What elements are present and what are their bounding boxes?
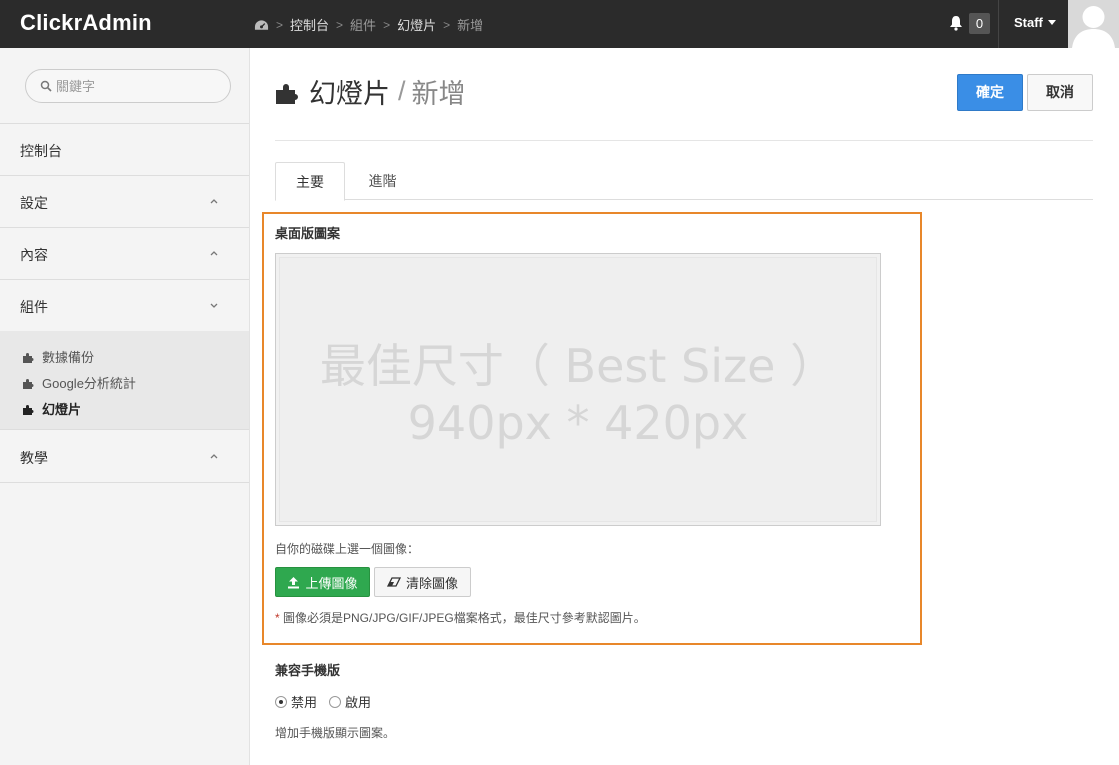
components-submenu: 數據備份 Google分析統計 幻燈片 [0,331,249,430]
submenu-item-backup[interactable]: 數據備份 [22,347,94,366]
search-input[interactable] [56,77,221,95]
mobile-radio-group: 禁用 啟用 [275,692,383,711]
top-bar: ClickrAdmin > 控制台 > 組件 > 幻燈片 > 新增 0 Staf… [0,0,1119,48]
breadcrumb-current: 新增 [457,18,484,33]
mobile-label: 兼容手機版 [275,663,341,678]
placeholder-size: 940px * 420px [407,396,749,450]
chevron-down-icon [210,303,218,308]
submenu-item-label: 幻燈片 [42,402,82,417]
confirm-button[interactable]: 確定 [957,74,1023,111]
tab-bar: 主要 進階 [275,162,1093,201]
cancel-button[interactable]: 取消 [1027,74,1093,111]
bell-icon[interactable] [949,15,963,31]
dashboard-icon[interactable] [254,19,269,31]
notification-count[interactable]: 0 [969,13,990,34]
divider [998,0,999,48]
chevron-up-icon [210,199,218,204]
puzzle-icon [276,83,298,104]
sidebar-item-content[interactable]: 內容 [0,228,249,280]
avatar[interactable] [1068,0,1119,48]
breadcrumb-item[interactable]: 控制台 [290,15,329,34]
chevron-right-icon: > [276,17,284,32]
upload-hint: 自你的磁碟上選一個圖像： [275,542,420,556]
sidebar-item-settings[interactable]: 設定 [0,176,249,228]
image-placeholder: 最佳尺寸（ Best Size ） 940px * 420px [279,257,877,522]
clear-image-button[interactable]: 清除圖像 [374,567,471,597]
sidebar-item-label: 教學 [20,450,48,466]
upload-label: 上傳圖像 [305,575,358,591]
upload-icon [288,576,300,588]
radio-disable[interactable] [275,695,287,708]
page-title-sub: 新增 [411,79,466,109]
search-box[interactable] [25,69,231,103]
sidebar-item-label: 設定 [20,195,48,211]
submenu-item-analytics[interactable]: Google分析統計 [22,373,136,392]
eraser-icon [386,577,401,587]
desktop-pattern-label: 桌面版圖案 [275,226,341,241]
puzzle-icon [23,404,34,415]
chevron-right-icon: > [383,17,391,32]
title-separator: / [398,76,406,106]
format-note-text: 圖像必須是PNG/JPG/GIF/JPEG檔案格式，最佳尺寸參考默認圖片。 [283,611,646,625]
upload-image-button[interactable]: 上傳圖像 [275,567,370,597]
chevron-right-icon: > [336,17,344,32]
radio-enable[interactable] [329,695,342,708]
radio-label[interactable]: 禁用 [291,692,317,711]
sidebar-item-label: 內容 [20,247,48,263]
placeholder-text: 最佳尺寸（ Best Size ） [319,339,837,393]
submenu-item-slideshow[interactable]: 幻燈片 [22,399,81,418]
chevron-up-icon [210,454,218,459]
puzzle-icon [23,378,34,389]
page-title: 幻燈片 / 新增 [275,72,466,111]
sidebar-item-dashboard[interactable]: 控制台 [0,124,249,176]
breadcrumb-item[interactable]: 組件 [350,15,376,34]
submenu-item-label: Google分析統計 [42,376,136,391]
mobile-hint: 增加手機版顯示圖案。 [275,726,396,740]
sidebar-item-label: 控制台 [20,143,62,159]
divider [275,140,1093,141]
breadcrumb-item[interactable]: 幻燈片 [397,15,436,34]
user-name: Staff [1014,15,1043,30]
sidebar-item-components[interactable]: 組件 [0,280,249,332]
puzzle-icon [23,352,34,363]
user-silhouette-icon [1068,0,1119,48]
chevron-right-icon: > [443,17,451,32]
sidebar-item-label: 組件 [20,299,48,315]
submenu-item-label: 數據備份 [42,350,95,365]
user-menu[interactable]: Staff [1014,15,1056,30]
clear-label: 清除圖像 [405,575,458,591]
format-note: * 圖像必須是PNG/JPG/GIF/JPEG檔案格式，最佳尺寸參考默認圖片。 [275,609,646,626]
sidebar-search [0,48,249,124]
tab-advanced[interactable]: 進階 [355,162,410,200]
brand-logo[interactable]: ClickrAdmin [20,10,152,36]
image-preview[interactable]: 最佳尺寸（ Best Size ） 940px * 420px [275,253,881,526]
chevron-up-icon [210,251,218,256]
page-title-main: 幻燈片 [309,79,390,109]
sidebar: 控制台 設定 內容 組件 數據備份 Google分析統計 幻燈片 教學 [0,48,250,765]
breadcrumb: > 控制台 > 組件 > 幻燈片 > 新增 [254,15,483,34]
tab-main[interactable]: 主要 [275,162,345,201]
radio-label[interactable]: 啟用 [345,692,371,711]
required-marker: * [275,611,280,625]
search-icon [40,80,52,92]
caret-down-icon [1047,20,1056,25]
sidebar-item-tutorial[interactable]: 教學 [0,431,249,483]
